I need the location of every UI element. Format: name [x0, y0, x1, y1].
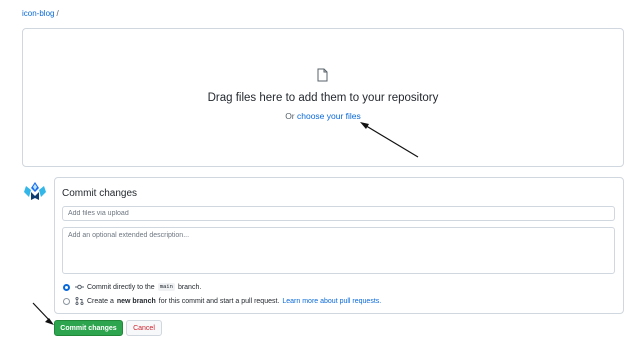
file-icon: [317, 68, 328, 82]
commit-changes-button[interactable]: Commit changes: [54, 320, 123, 336]
drop-zone-subtitle: Or choose your files: [22, 111, 624, 121]
learn-more-link[interactable]: Learn more about pull requests.: [282, 298, 381, 305]
arrow-to-commit-button: [32, 302, 54, 325]
repo-link[interactable]: icon-blog: [22, 9, 54, 18]
git-pull-request-icon: [75, 297, 84, 305]
commit-heading: Commit changes: [62, 188, 138, 199]
new-branch-radio[interactable]: [63, 297, 70, 305]
commit-direct-label: Commit directly to the: [87, 283, 155, 291]
new-branch-bold: new branch: [116, 297, 156, 305]
new-branch-option[interactable]: Create a new branch for this commit and …: [63, 297, 381, 305]
new-branch-prefix: Create a: [87, 297, 114, 305]
branch-name: main: [157, 283, 175, 291]
new-branch-middle: for this commit and start a pull request…: [158, 297, 280, 305]
breadcrumb: icon-blog /: [22, 9, 59, 18]
commit-description-input[interactable]: [62, 227, 615, 274]
commit-summary-input[interactable]: [62, 206, 615, 221]
or-text: Or: [285, 111, 297, 121]
choose-files-link[interactable]: choose your files: [297, 111, 361, 121]
cancel-button[interactable]: Cancel: [126, 320, 162, 336]
drop-zone-title: Drag files here to add them to your repo…: [207, 92, 439, 104]
breadcrumb-separator: /: [56, 9, 59, 18]
avatar-icon: [24, 182, 46, 200]
commit-direct-suffix: branch.: [177, 283, 202, 291]
commit-direct-radio[interactable]: [63, 283, 70, 291]
commit-direct-option[interactable]: Commit directly to the main branch.: [63, 283, 201, 291]
git-commit-icon: [75, 284, 84, 290]
